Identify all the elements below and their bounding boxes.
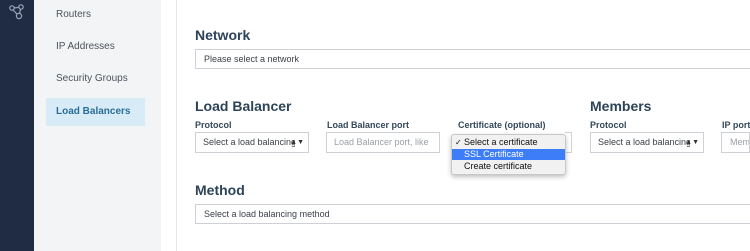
checkmark-icon: ✓: [455, 138, 462, 147]
certificate-option-create[interactable]: Create certificate: [452, 161, 565, 172]
network-select[interactable]: Please select a network: [195, 49, 750, 69]
lb-protocol-select[interactable]: Select a load balancing ▲▼: [195, 132, 309, 153]
ip-port-label: IP port: [722, 120, 750, 130]
certificate-option-ssl[interactable]: SSL Certificate: [452, 149, 565, 160]
panel-divider: [161, 0, 177, 251]
lb-port-label: Load Balancer port: [327, 120, 410, 130]
network-nodes-icon[interactable]: [8, 3, 26, 21]
lb-port-input[interactable]: Load Balancer port, like: [326, 132, 440, 153]
ip-port-input[interactable]: Mem: [721, 132, 750, 153]
lb-protocol-value: Select a load balancing: [203, 137, 295, 147]
sidebar-item-routers[interactable]: Routers: [46, 1, 145, 29]
certificate-dropdown-menu[interactable]: ✓ Select a certificate SSL Certificate C…: [451, 134, 566, 175]
load-balancer-title: Load Balancer: [195, 98, 292, 114]
sidebar-item-security-groups[interactable]: Security Groups: [46, 65, 145, 93]
left-rail: [0, 0, 34, 251]
sidebar-item-ip-addresses[interactable]: IP Addresses: [46, 33, 145, 61]
network-title: Network: [195, 27, 251, 43]
method-select[interactable]: Select a load balancing method: [195, 204, 750, 224]
certificate-option-label: Select a certificate: [464, 137, 538, 147]
members-title: Members: [590, 98, 652, 114]
certificate-option-select[interactable]: ✓ Select a certificate: [452, 137, 565, 148]
chevron-updown-icon: ▲▼: [290, 139, 304, 146]
method-title: Method: [195, 182, 245, 198]
lb-protocol-label: Protocol: [195, 120, 232, 130]
members-protocol-label: Protocol: [590, 120, 627, 130]
members-protocol-value: Select a load balancing: [598, 137, 690, 147]
members-protocol-select[interactable]: Select a load balancing ▲▼: [590, 132, 704, 153]
sidebar-item-load-balancers[interactable]: Load Balancers: [46, 98, 145, 126]
sidebar: Routers IP Addresses Security Groups Loa…: [34, 0, 161, 251]
certificate-label: Certificate (optional): [458, 120, 546, 130]
chevron-updown-icon: ▲▼: [685, 139, 699, 146]
certificate-select[interactable]: [565, 132, 572, 153]
